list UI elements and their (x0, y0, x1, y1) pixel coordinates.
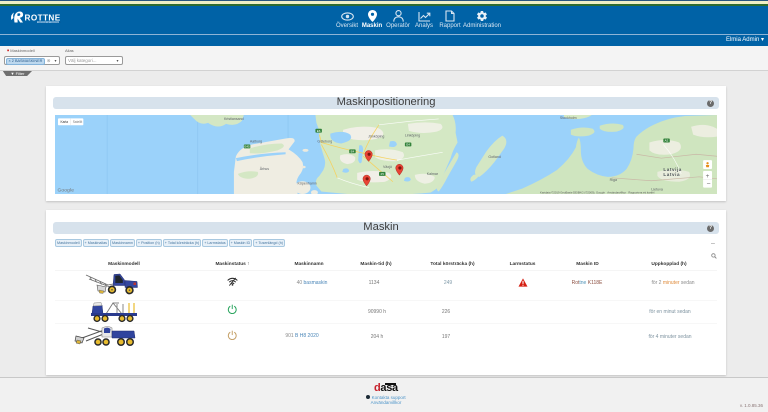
svg-text:E6: E6 (317, 128, 321, 132)
svg-text:Karta: Karta (60, 120, 68, 124)
svg-text:Satellit: Satellit (73, 120, 83, 124)
svg-text:Riga: Riga (610, 177, 617, 181)
svg-text:Kartdata ©2019 GeoBasis-DE/BKG: Kartdata ©2019 GeoBasis-DE/BKG (©2009), … (540, 190, 655, 194)
svg-text:25: 25 (381, 172, 385, 176)
svg-text:Aalborg: Aalborg (250, 139, 262, 143)
svg-text:−: − (706, 181, 710, 188)
svg-text:Latvia: Latvia (663, 171, 680, 176)
svg-text:A2: A2 (665, 138, 669, 142)
svg-text:E4: E4 (351, 149, 355, 153)
svg-text:Google: Google (57, 187, 74, 193)
svg-text:SKOG & TEKNIK: SKOG & TEKNIK (39, 21, 62, 23)
svg-text:Jönköping: Jönköping (368, 134, 384, 138)
svg-text:Kalmar: Kalmar (427, 171, 439, 175)
svg-text:Kristiansand: Kristiansand (224, 116, 244, 120)
svg-text:Gotland: Gotland (488, 155, 501, 159)
svg-text:+: + (706, 172, 710, 179)
svg-text:Linköping: Linköping (405, 133, 420, 137)
svg-text:Göteborg: Göteborg (317, 139, 332, 143)
svg-text:E4: E4 (406, 142, 410, 146)
svg-text:Århus: Århus (260, 165, 270, 170)
svg-text:Köpenhamn: Köpenhamn (298, 181, 317, 185)
svg-text:Växjö: Växjö (383, 165, 392, 169)
svg-text:Stockholm: Stockholm (560, 115, 577, 119)
svg-text:E45: E45 (244, 144, 250, 148)
